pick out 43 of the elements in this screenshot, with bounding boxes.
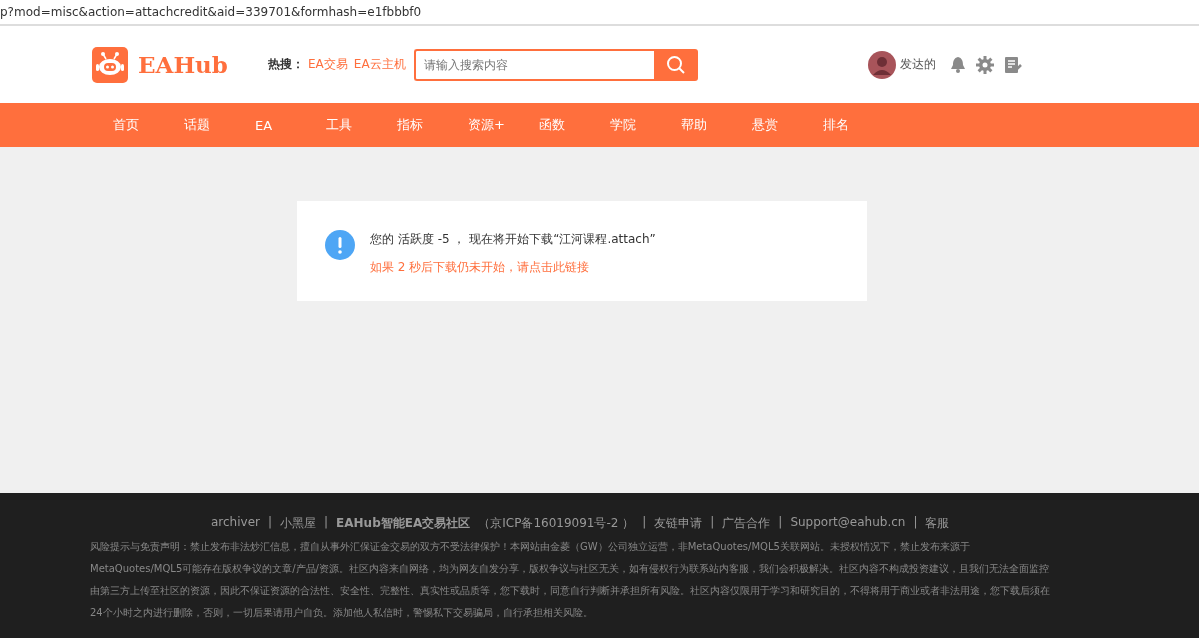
- search-field[interactable]: 请输入搜索内容: [413, 48, 654, 81]
- hot-search-label: 热搜：: [268, 56, 304, 73]
- search-button[interactable]: [653, 48, 698, 81]
- icp-number: （京ICP备16019091号-2 ）: [478, 515, 635, 532]
- nav-item[interactable]: 帮助: [681, 116, 752, 134]
- nav-item[interactable]: 工具: [326, 116, 397, 134]
- nav-item[interactable]: 学院: [610, 116, 681, 134]
- address-url: p?mod=misc&action=attachcredit&aid=339701&formhash=e1fbbbf0: [0, 5, 422, 19]
- user-name[interactable]: 发达的: [899, 56, 936, 73]
- nav-item[interactable]: EA: [255, 117, 326, 133]
- download-link[interactable]: 如果 2 秒后下载仍未开始，请点击此链接: [370, 259, 656, 276]
- separator: |: [778, 515, 783, 531]
- exclamation-icon: [325, 230, 355, 260]
- nav-item[interactable]: 首页: [113, 116, 184, 134]
- footer-link[interactable]: archiver: [211, 515, 260, 532]
- notepad-icon[interactable]: [1003, 55, 1022, 74]
- footer-link[interactable]: 广告合作: [722, 515, 771, 532]
- search-icon: [665, 54, 686, 75]
- robot-logo-icon: [92, 46, 128, 83]
- download-message: 您的 活跃度 -5 ， 现在将开始下载“江河课程.attach”: [370, 231, 656, 248]
- footer-link[interactable]: 友链申请: [654, 515, 703, 532]
- separator: |: [642, 515, 647, 531]
- site-name: EAHub智能EA交易社区: [336, 515, 471, 532]
- footer-link[interactable]: 客服: [925, 515, 950, 532]
- separator: |: [913, 515, 918, 531]
- nav-item[interactable]: 资源+: [468, 116, 539, 134]
- separator: |: [710, 515, 715, 531]
- separator: |: [268, 515, 273, 531]
- logo-text[interactable]: EAHub: [138, 51, 228, 78]
- disclaimer-text: 风险提示与免责声明：禁止发布非法炒汇信息，擅自从事外汇保证金交易的双方不受法律保护！本网站由金菱（GW）公司独立运营，非MetaQuotes/MQL5关联网站。未授权情况下，禁止发布来源于 MetaQuotes/MQL5可能存在版权争议的文章/产品/资源。社区内容来自网络，均为网友自发分享，版权争议与社区无关，如有侵权行为联系站内客服，我们会积极解决。社区内容不构成投资建议，且我们无法全面监控 由第三方上传至社区的资源，因此不保证资源的合法性、安全性、完整性、真实性或品质等，您下载时，同意自行判断并承担所有风险。社区内容仅限用于学习和研究目的，不得将用于商业或者非法用途，您下载后须在 24个小时之内进行删除，否则，一切后果请用户自负。添加他人私信时，警惕私下交易骗局，自行承担相关风险。: [90, 540, 1051, 620]
- avatar[interactable]: [867, 50, 896, 79]
- nav-item[interactable]: 指标: [397, 116, 468, 134]
- footer-link[interactable]: 小黑屋: [280, 515, 317, 532]
- nav-item[interactable]: 悬赏: [752, 116, 823, 134]
- footer-link[interactable]: Support@eahub.cn: [790, 515, 906, 532]
- hot-search-link[interactable]: EA交易: [308, 56, 348, 73]
- nav-item[interactable]: 话题: [184, 116, 255, 134]
- bell-icon[interactable]: [949, 56, 966, 73]
- settings-icon[interactable]: [975, 55, 994, 74]
- separator: |: [324, 515, 329, 531]
- nav-item[interactable]: 函数: [539, 116, 610, 134]
- hot-search-link[interactable]: EA云主机: [353, 56, 406, 73]
- nav-item[interactable]: 排名: [823, 116, 894, 134]
